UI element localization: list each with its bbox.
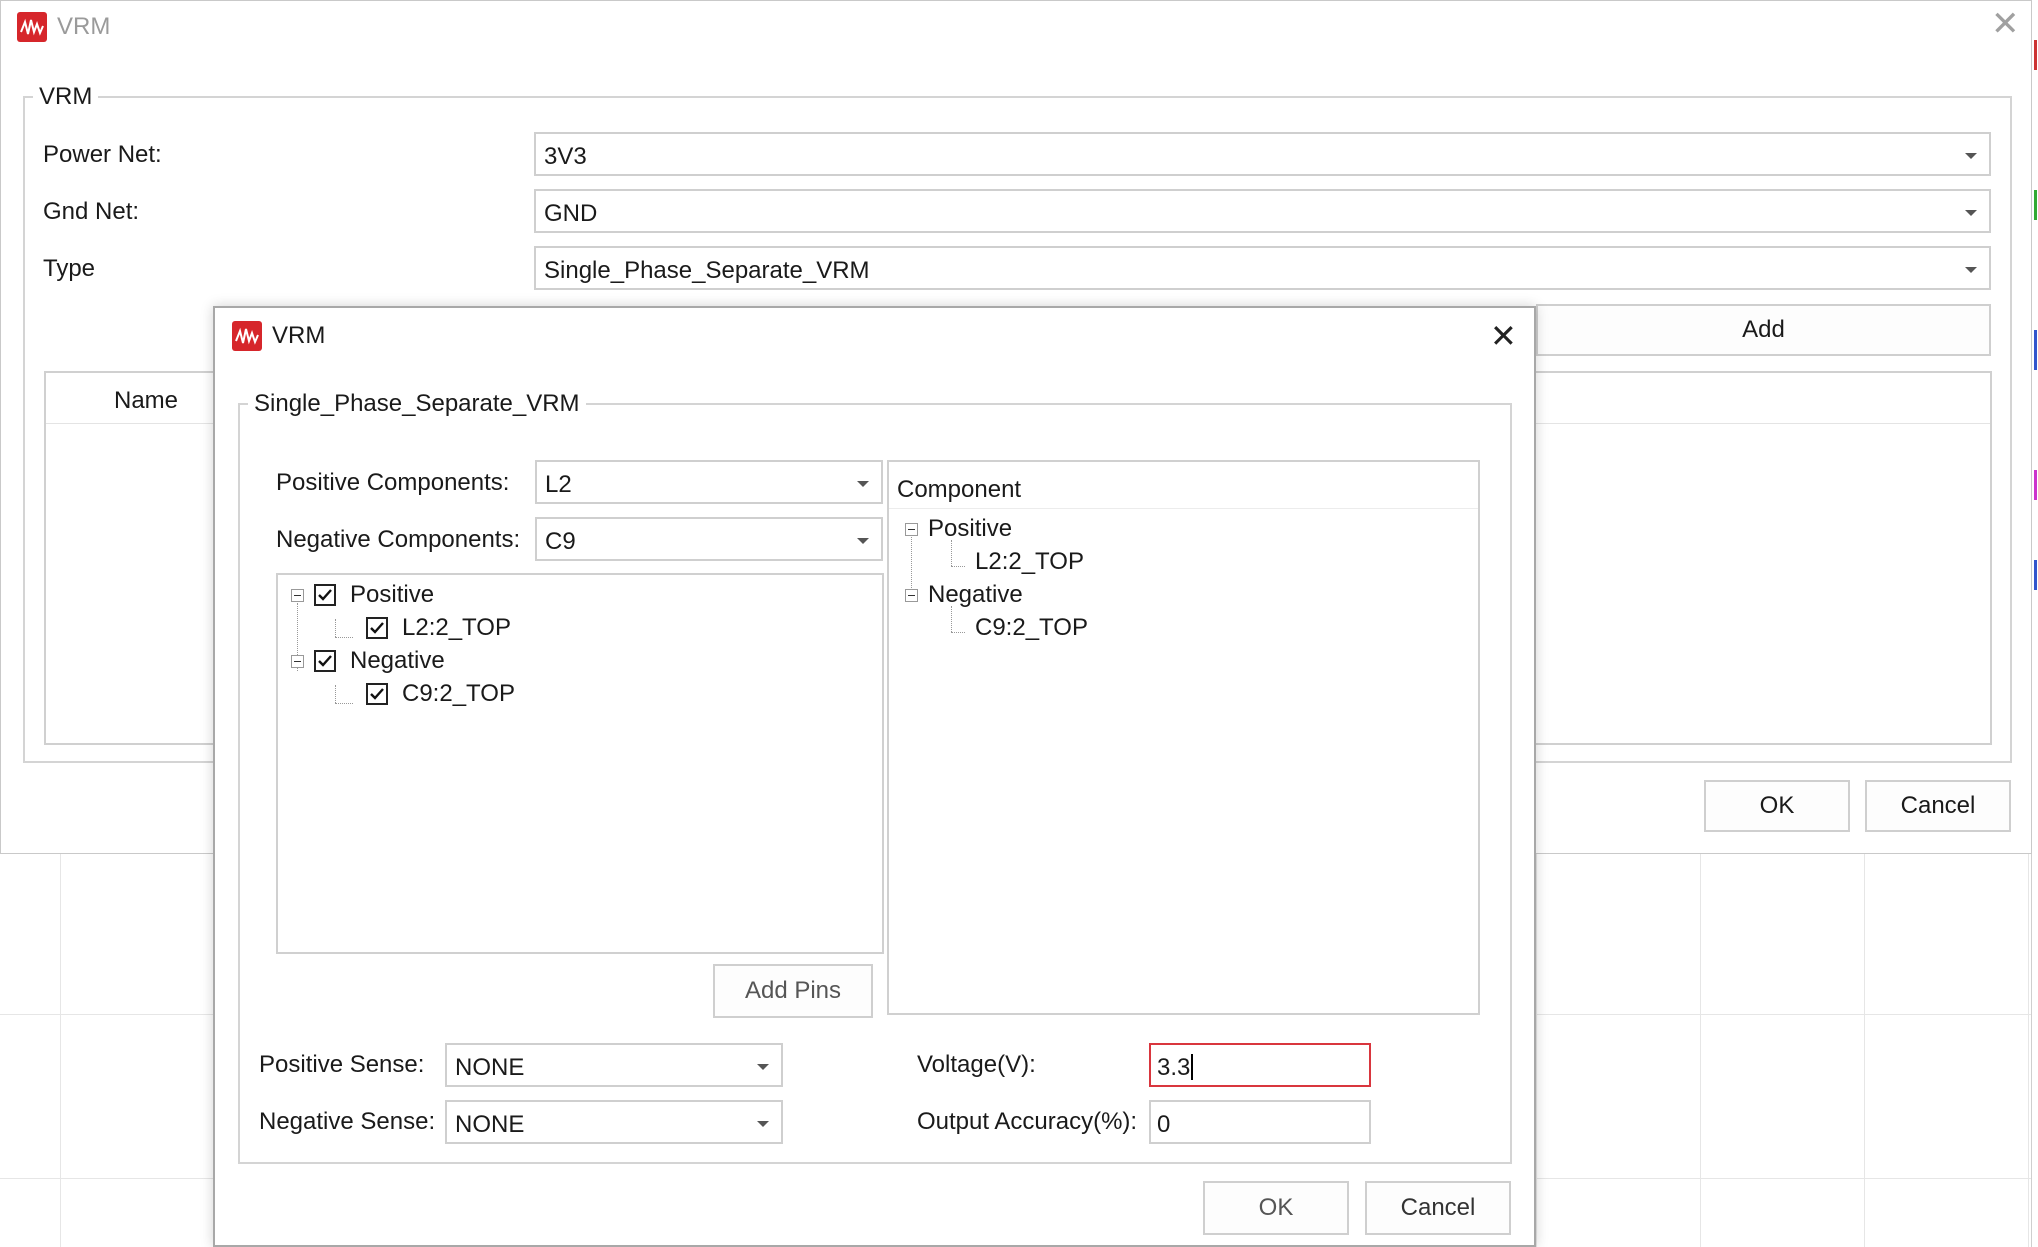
vrm-inner-dialog: VRM ✕ Single_Phase_Separate_VRM Positive…	[213, 306, 1536, 1247]
dropdown-arrow-icon	[857, 481, 869, 487]
component-node-positive[interactable]: Positive	[905, 514, 1012, 544]
checkbox-checked-icon[interactable]	[366, 617, 388, 639]
positive-sense-value: NONE	[455, 1054, 525, 1081]
gnd-net-dropdown[interactable]: GND	[534, 189, 1991, 233]
dropdown-arrow-icon	[1965, 153, 1977, 159]
right-edge-strip	[2031, 0, 2038, 1247]
tree-node-negative-label: Negative	[350, 647, 445, 674]
checkbox-checked-icon[interactable]	[314, 584, 336, 606]
dropdown-arrow-icon	[1965, 267, 1977, 273]
component-node-l2[interactable]: L2:2_TOP	[975, 547, 1084, 577]
tree-node-c9-pin[interactable]: C9:2_TOP	[366, 679, 515, 709]
tree-connector	[335, 685, 336, 703]
tree-expander-icon[interactable]	[291, 588, 304, 602]
power-net-label: Power Net:	[43, 141, 162, 168]
app-logo-icon	[232, 321, 262, 351]
add-pins-button[interactable]: Add Pins	[713, 964, 873, 1018]
type-value: Single_Phase_Separate_VRM	[544, 257, 870, 284]
gnd-net-label: Gnd Net:	[43, 198, 140, 225]
checkbox-checked-icon[interactable]	[314, 650, 336, 672]
outer-titlebar: VRM ✕	[1, 1, 2031, 53]
inner-cancel-button[interactable]: Cancel	[1365, 1181, 1511, 1235]
component-node-negative-label: Negative	[928, 581, 1023, 608]
checkbox-checked-icon[interactable]	[366, 683, 388, 705]
power-net-value: 3V3	[544, 143, 587, 170]
close-icon[interactable]: ✕	[1991, 7, 2020, 41]
tree-connector	[335, 619, 336, 637]
tree-node-c9-pin-label: C9:2_TOP	[402, 680, 515, 707]
component-tree-panel: Component Positive L2:2_TOP Negative C9:…	[887, 460, 1480, 1015]
dropdown-arrow-icon	[757, 1121, 769, 1127]
close-icon[interactable]: ✕	[1490, 319, 1517, 353]
type-label: Type	[43, 255, 96, 282]
voltage-value: 3.3	[1157, 1054, 1191, 1081]
voltage-label: Voltage(V):	[917, 1051, 1036, 1078]
voltage-input[interactable]: 3.3	[1149, 1043, 1371, 1087]
tree-expander-icon[interactable]	[905, 588, 918, 602]
tree-connector	[335, 637, 353, 638]
table-col-name[interactable]: Name	[114, 387, 178, 415]
type-dropdown[interactable]: Single_Phase_Separate_VRM	[534, 246, 1991, 290]
app-logo-icon	[17, 12, 47, 42]
text-caret	[1191, 1054, 1194, 1080]
tree-connector	[951, 566, 965, 567]
dropdown-arrow-icon	[757, 1064, 769, 1070]
tree-expander-icon[interactable]	[905, 522, 918, 536]
positive-components-dropdown[interactable]: L2	[535, 460, 883, 504]
outer-vrm-group-label: VRM	[39, 83, 93, 110]
power-net-dropdown[interactable]: 3V3	[534, 132, 1991, 176]
outer-ok-button[interactable]: OK	[1704, 780, 1850, 832]
outer-window-title: VRM	[57, 13, 111, 40]
positive-components-value: L2	[545, 471, 572, 498]
output-accuracy-label: Output Accuracy(%):	[917, 1108, 1138, 1135]
positive-sense-dropdown[interactable]: NONE	[445, 1043, 783, 1087]
negative-components-label: Negative Components:	[276, 526, 521, 553]
positive-sense-label: Positive Sense:	[259, 1051, 425, 1078]
tree-connector	[335, 703, 353, 704]
output-accuracy-input[interactable]: 0	[1149, 1100, 1371, 1144]
positive-components-label: Positive Components:	[276, 469, 510, 496]
outer-cancel-button[interactable]: Cancel	[1865, 780, 2011, 832]
component-tree-header-label[interactable]: Component	[897, 476, 1021, 504]
tree-node-positive[interactable]: Positive	[291, 580, 434, 610]
inner-ok-button[interactable]: OK	[1203, 1181, 1349, 1235]
negative-sense-value: NONE	[455, 1111, 525, 1138]
component-node-positive-label: Positive	[928, 515, 1013, 542]
add-button[interactable]: Add	[1536, 304, 1991, 356]
output-accuracy-value: 0	[1157, 1111, 1171, 1138]
pin-selection-tree: Positive L2:2_TOP Negative C9:2_TOP	[276, 573, 884, 954]
negative-sense-label: Negative Sense:	[259, 1108, 436, 1135]
gnd-net-value: GND	[544, 200, 598, 227]
tree-expander-icon[interactable]	[291, 654, 304, 668]
component-node-l2-label: L2:2_TOP	[975, 548, 1084, 575]
negative-components-value: C9	[545, 528, 576, 555]
inner-dialog-title: VRM	[272, 322, 326, 349]
dropdown-arrow-icon	[857, 538, 869, 544]
component-node-c9[interactable]: C9:2_TOP	[975, 613, 1088, 643]
tree-connector	[951, 632, 965, 633]
component-node-c9-label: C9:2_TOP	[975, 614, 1088, 641]
tree-node-l2-pin-label: L2:2_TOP	[402, 614, 511, 641]
negative-sense-dropdown[interactable]: NONE	[445, 1100, 783, 1144]
component-node-negative[interactable]: Negative	[905, 580, 1023, 610]
voltage-input-text: 3.3	[1157, 1054, 1194, 1082]
tree-node-negative[interactable]: Negative	[291, 646, 445, 676]
dropdown-arrow-icon	[1965, 210, 1977, 216]
negative-components-dropdown[interactable]: C9	[535, 517, 883, 561]
single-phase-group-label: Single_Phase_Separate_VRM	[254, 390, 580, 417]
tree-node-l2-pin[interactable]: L2:2_TOP	[366, 613, 511, 643]
tree-node-positive-label: Positive	[350, 581, 435, 608]
